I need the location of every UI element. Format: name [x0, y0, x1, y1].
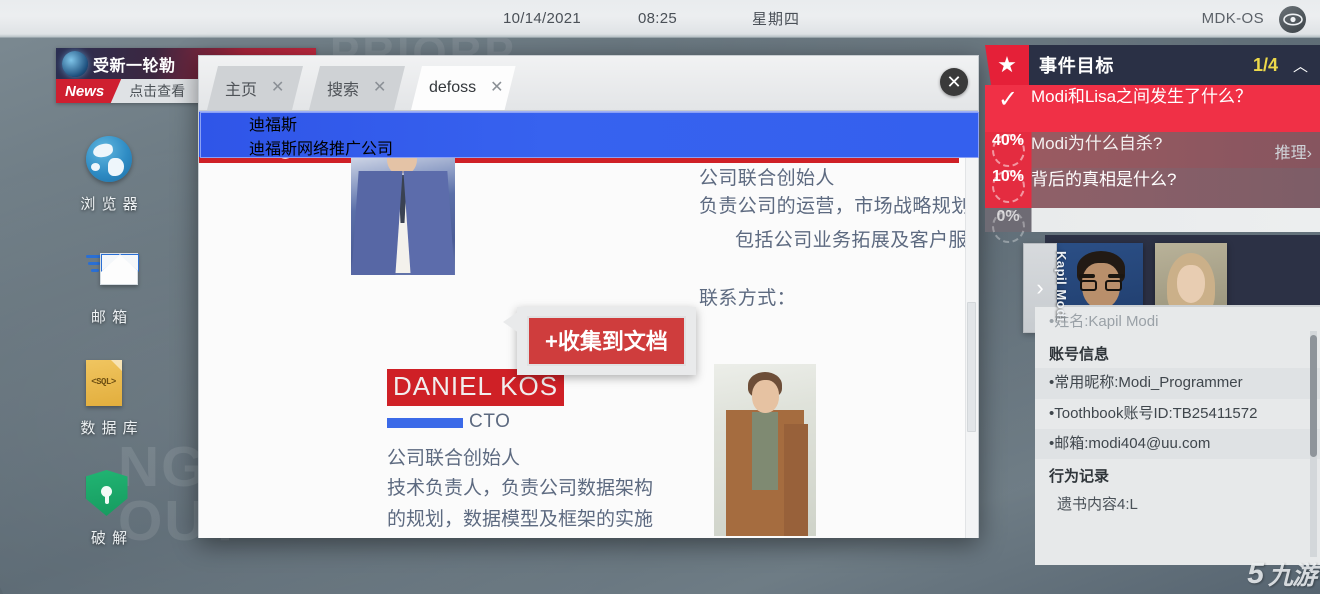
objective-text: 背后的真相是什么? — [1031, 168, 1176, 191]
objective-row[interactable]: 40% Modi为什么自杀? 推理› — [985, 132, 1320, 168]
profile-role: 公司联合创始人 — [387, 443, 520, 470]
chevron-up-icon[interactable]: ︿ — [1293, 55, 1308, 76]
tab-label: 主页 — [225, 76, 257, 100]
title-accent-bar — [387, 418, 463, 428]
desktop-icon-label: 邮 箱 — [91, 306, 128, 327]
objective-text: Modi为什么自杀? — [1031, 132, 1162, 155]
address-bar-site-header[interactable]: 迪福斯 迪福斯网络推广公司 — [200, 112, 979, 158]
progress-ring-icon — [992, 134, 1025, 167]
objective-progress-badge: 10% — [985, 168, 1031, 186]
eye-icon — [1279, 6, 1306, 33]
objective-row[interactable]: 0% — [985, 208, 1320, 232]
profile-photo — [351, 157, 455, 275]
globe-icon — [86, 136, 134, 184]
info-row: •常用昵称:Modi_Programmer — [1035, 368, 1320, 398]
news-headline: 受新一轮勒 — [93, 52, 176, 76]
desktop-icon-label: 破 解 — [91, 527, 128, 548]
system-topbar: 10/14/2021 08:25 星期四 MDK-OS — [0, 0, 1320, 38]
tab-defoss[interactable]: defoss ✕ — [411, 66, 516, 110]
contact-label: 联系方式： — [699, 283, 796, 310]
system-date: 10/14/2021 — [503, 10, 581, 27]
profile-desc-1: 负责公司的运营，市场战略规划， — [699, 191, 978, 218]
profile-desc-2: 包括公司业务拓展及客户服务 — [735, 225, 978, 252]
desktop-icon-browser[interactable]: 浏 览 器 — [62, 136, 157, 214]
system-time: 08:25 — [638, 10, 677, 27]
tab-home[interactable]: 主页 ✕ — [207, 66, 303, 110]
close-icon[interactable]: ✕ — [271, 80, 284, 96]
close-icon[interactable]: ✕ — [490, 80, 503, 96]
news-globe-icon — [62, 51, 88, 77]
tab-search[interactable]: 搜索 ✕ — [309, 66, 405, 110]
deduce-link[interactable]: 推理› — [1275, 139, 1312, 163]
info-section-heading: 行为记录 — [1035, 459, 1320, 490]
profile-photo — [714, 364, 816, 536]
objectives-title: 事件目标 — [1039, 52, 1114, 78]
info-row-behavior-log[interactable]: 遗书内容4:L — [1035, 490, 1320, 520]
browser-tabstrip: 主页 ✕ 搜索 ✕ defoss ✕ ✕ — [199, 56, 978, 111]
event-objectives-panel: 事件目标 1/4 ︿ ★ ✓ Modi和Lisa之间发生了什么？ 40% Mod… — [985, 45, 1320, 305]
collect-to-document-tooltip[interactable]: +收集到文档 — [517, 307, 696, 375]
site-full-name: 迪福斯网络推广公司 — [249, 135, 393, 159]
objectives-header: 事件目标 1/4 ︿ — [1011, 45, 1320, 85]
glasses-icon — [1078, 280, 1124, 291]
portrait-label: Kapil Modi — [1054, 251, 1069, 322]
desktop-icon-label: 浏 览 器 — [80, 193, 138, 214]
desktop-icon-crack[interactable]: 破 解 — [62, 470, 157, 548]
site-name: 迪福斯 — [249, 111, 393, 135]
system-weekday: 星期四 — [752, 8, 800, 29]
objective-progress-badge: 0% — [985, 208, 1031, 226]
check-icon: ✓ — [998, 85, 1018, 114]
desktop-icon-mail[interactable]: 邮 箱 — [62, 249, 157, 327]
objective-text: Modi和Lisa之间发生了什么？ — [1031, 85, 1282, 108]
info-row: •Toothbook账号ID:TB25411572 — [1035, 399, 1320, 429]
collect-to-document-label: +收集到文档 — [527, 316, 686, 366]
character-info-panel: •姓名:Kapil Modi 账号信息 •常用昵称:Modi_Programme… — [1035, 305, 1320, 565]
objective-progress-badge: ✓ — [985, 85, 1031, 114]
profile-desc-2: 的规划，数据模型及框架的实施 — [387, 504, 653, 531]
news-subtext: 点击查看 — [129, 81, 185, 101]
progress-ring-icon — [992, 170, 1025, 203]
browser-window: 主页 ✕ 搜索 ✕ defoss ✕ ✕ 迪福斯 迪福斯网络推广公司 公司联合 — [198, 55, 979, 538]
page-scrollbar-track[interactable] — [965, 157, 978, 538]
tab-label: 搜索 — [327, 76, 359, 100]
desktop-icon-label: 数 据 库 — [80, 417, 138, 438]
info-row: •邮箱:modi404@uu.com — [1035, 429, 1320, 459]
envelope-icon — [86, 249, 134, 297]
close-icon[interactable]: ✕ — [373, 80, 386, 96]
desktop-icon-database[interactable]: <SQL> 数 据 库 — [62, 360, 157, 438]
profile-title: CTO — [469, 411, 511, 433]
news-badge: News — [56, 79, 121, 103]
os-name-label: MDK-OS — [1202, 10, 1264, 27]
page-content: 公司联合创始人 负责公司的运营，市场战略规划， 包括公司业务拓展及客户服务 联系… — [199, 157, 978, 538]
objectives-count: 1/4 — [1253, 55, 1278, 76]
window-close-button[interactable]: ✕ — [940, 68, 968, 96]
info-section-heading: 账号信息 — [1035, 337, 1320, 368]
profile-desc-1: 技术负责人，负责公司数据架构 — [387, 473, 653, 500]
profile-role: 公司联合创始人 — [699, 163, 835, 190]
progress-ring-icon — [992, 210, 1025, 243]
objective-row[interactable]: ✓ Modi和Lisa之间发生了什么？ — [985, 85, 1320, 132]
sql-file-icon: <SQL> — [86, 360, 134, 408]
tab-label: defoss — [429, 79, 476, 97]
page-scrollbar-thumb[interactable] — [967, 302, 976, 432]
shield-keyhole-icon — [86, 470, 134, 518]
info-scrollbar-thumb[interactable] — [1310, 335, 1317, 457]
objective-progress-badge: 40% — [985, 132, 1031, 150]
star-icon: ★ — [985, 45, 1029, 85]
info-row: •姓名:Kapil Modi — [1035, 307, 1320, 337]
objective-row[interactable]: 10% 背后的真相是什么? — [985, 168, 1320, 208]
